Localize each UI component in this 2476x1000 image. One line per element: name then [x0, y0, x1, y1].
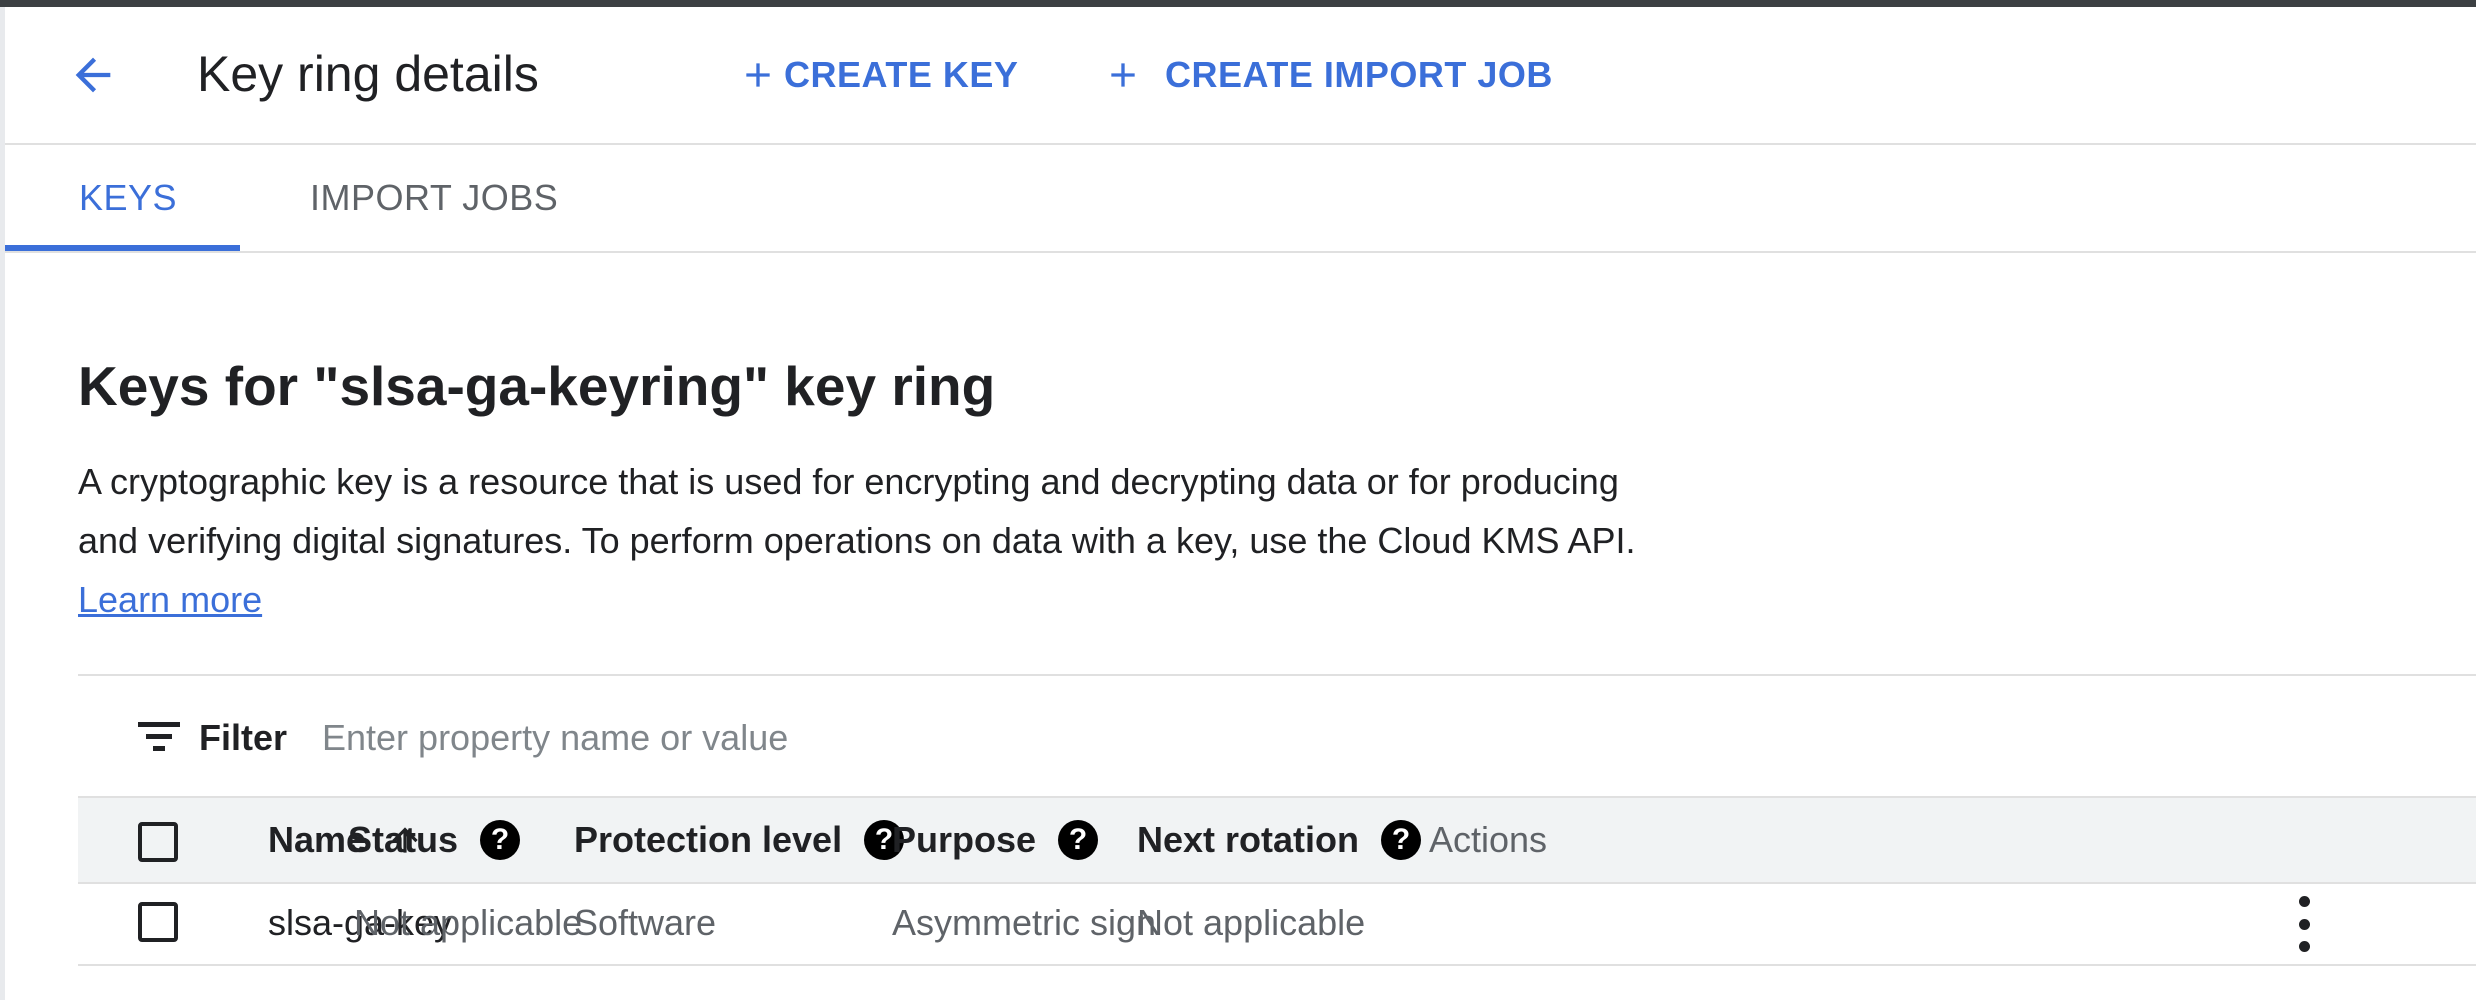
column-header-protection-level: Protection level ?: [574, 798, 905, 882]
column-header-actions: Actions: [1429, 819, 1548, 860]
filter-input[interactable]: [322, 710, 1222, 766]
column-header-status: Status ?: [348, 798, 521, 882]
key-protection-level: Software: [574, 902, 717, 943]
row-checkbox[interactable]: [138, 902, 178, 942]
tab-keys[interactable]: KEYS: [79, 145, 177, 251]
help-icon[interactable]: ?: [480, 820, 521, 860]
create-import-job-label: CREATE IMPORT JOB: [1165, 54, 1553, 95]
column-header-purpose: Purpose ?: [892, 798, 1099, 882]
description-text: A cryptographic key is a resource that i…: [78, 461, 1636, 561]
tab-import-jobs[interactable]: IMPORT JOBS: [310, 145, 558, 251]
active-tab-indicator: [5, 245, 240, 251]
tab-bar: KEYS IMPORT JOBS: [5, 145, 2476, 253]
window-top-border: [0, 0, 2476, 7]
arrow-left-icon: [75, 57, 111, 93]
create-key-label: CREATE KEY: [784, 54, 1019, 95]
key-next-rotation: Not applicable: [1137, 902, 1366, 943]
column-next-rotation-label: Next rotation: [1137, 819, 1360, 860]
column-status-label: Status: [348, 819, 459, 860]
column-purpose-label: Purpose: [892, 819, 1037, 860]
plus-icon: [746, 63, 770, 87]
column-protection-label: Protection level: [574, 819, 843, 860]
key-status: Not applicable: [354, 902, 583, 943]
help-icon[interactable]: ?: [1381, 820, 1422, 860]
select-all-checkbox[interactable]: [138, 822, 178, 862]
more-vert-icon[interactable]: [2284, 896, 2324, 952]
filter-label: Filter: [199, 717, 288, 758]
create-import-job-button[interactable]: CREATE IMPORT JOB: [1103, 47, 1553, 103]
page-header: Key ring details CREATE KEY CREATE IMPOR…: [5, 7, 2476, 145]
plus-icon: [1111, 63, 1135, 87]
divider: [78, 674, 2476, 676]
section-title: Keys for "slsa-ga-keyring" key ring: [78, 355, 996, 417]
help-icon[interactable]: ?: [1058, 820, 1099, 860]
column-header-next-rotation: Next rotation ?: [1137, 798, 1422, 882]
table-row[interactable]: slsa-ga-key Not applicable Software Asym…: [78, 882, 2476, 966]
create-key-button[interactable]: CREATE KEY: [738, 47, 1018, 103]
key-purpose: Asymmetric sign: [892, 902, 1157, 943]
page-title: Key ring details: [197, 46, 539, 102]
filter-icon[interactable]: [138, 720, 180, 754]
back-button[interactable]: [61, 43, 125, 107]
section-description: A cryptographic key is a resource that i…: [78, 452, 1678, 629]
learn-more-link[interactable]: Learn more: [78, 579, 262, 620]
table-header-row: Name Status ? Protection level ? Purpose…: [78, 796, 2476, 884]
